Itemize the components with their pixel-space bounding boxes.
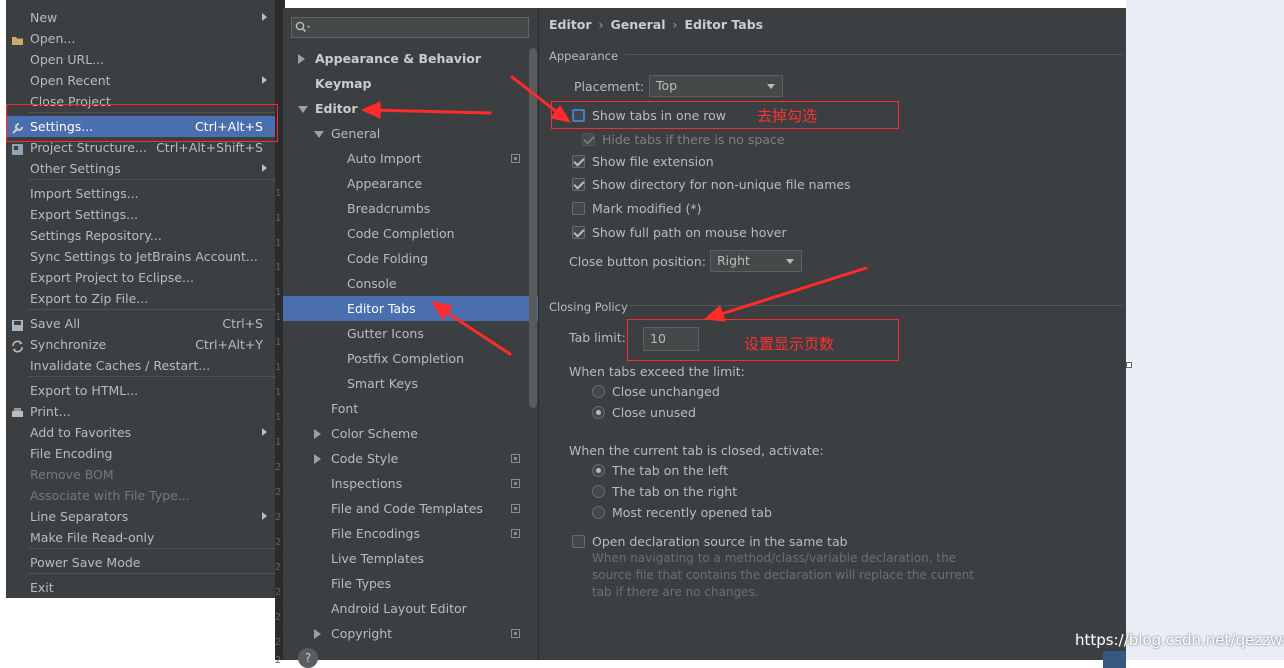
arrow-editor-tabs-head <box>430 301 453 320</box>
annotation-arrows <box>360 75 868 356</box>
arrow-editor-tabs <box>438 306 512 356</box>
arrow-show-tabs <box>510 75 564 118</box>
arrow-editor <box>370 108 492 115</box>
arrow-tab-limit-head <box>703 305 726 322</box>
watermark: https://blog.csdn.net/qezzwx <box>1075 631 1284 649</box>
arrow-editor-head <box>360 101 381 119</box>
arrow-tab-limit <box>713 266 868 318</box>
